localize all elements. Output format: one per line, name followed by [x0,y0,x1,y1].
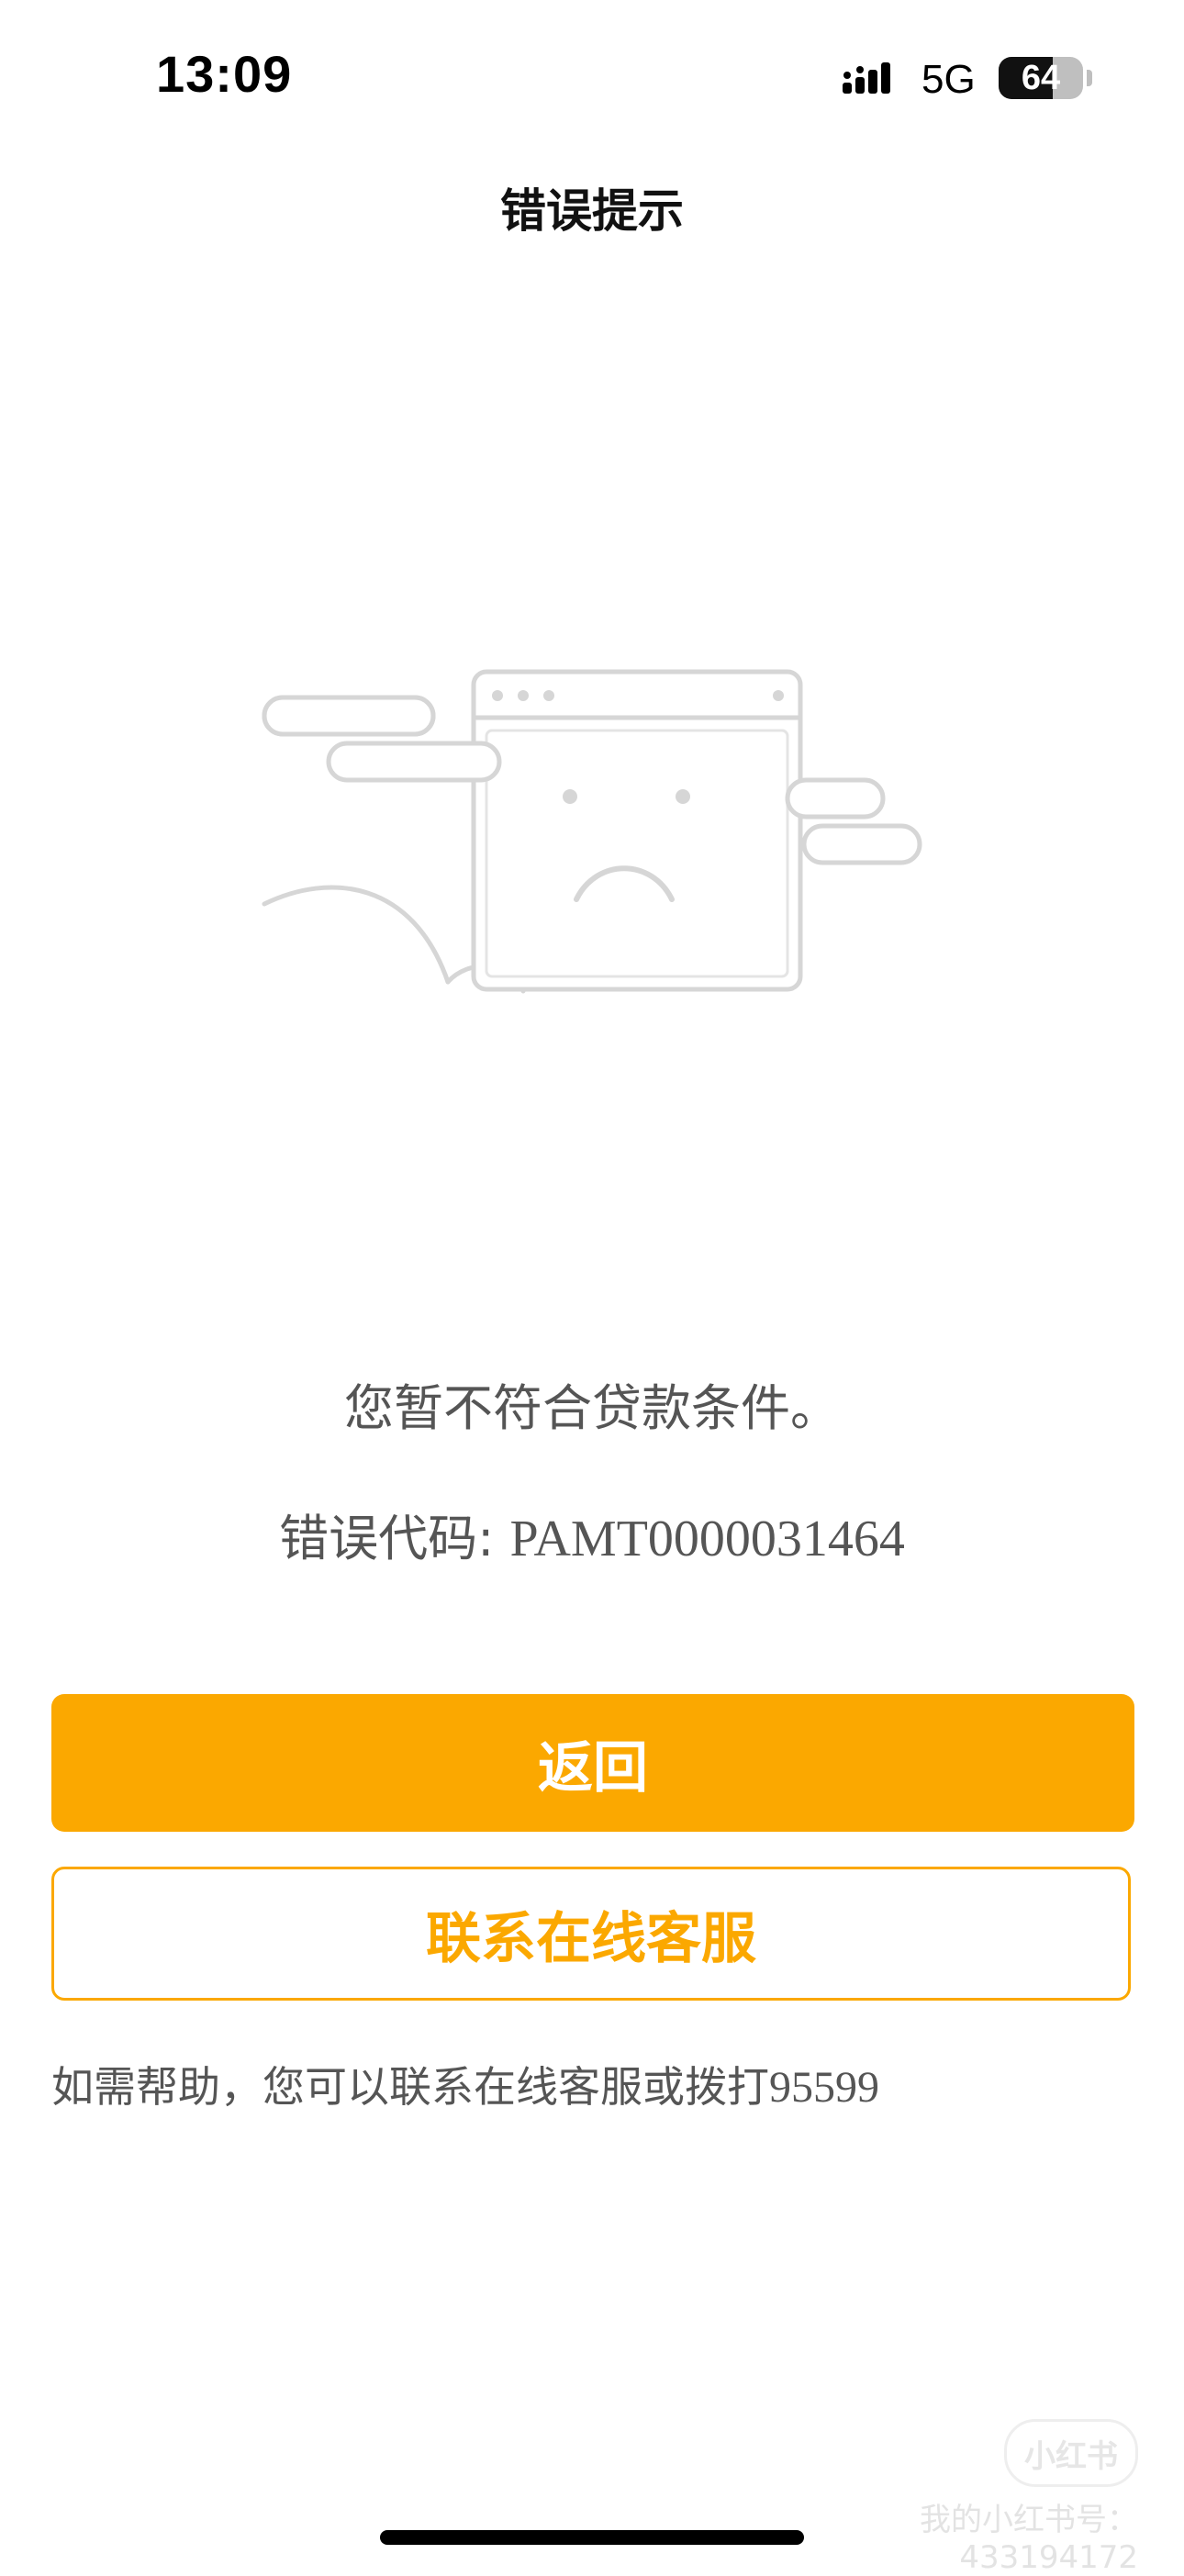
hotline-number: 95599 [769,2063,879,2112]
contact-online-service-button[interactable]: 联系在线客服 [51,1867,1131,2001]
home-indicator[interactable] [380,2530,804,2545]
error-message: 您暂不符合贷款条件。 [344,1379,840,1437]
battery-tip [1087,70,1092,86]
watermark-text: 我的小红书号：433194172 [920,2502,1138,2576]
page-title: 错误提示 [500,184,684,238]
battery-icon: 64 [999,57,1083,99]
sad-browser-window-icon [262,669,922,994]
help-text-label: 如需帮助，您可以联系在线客服或拨打 [51,2062,769,2112]
help-text: 如需帮助，您可以联系在线客服或拨打95599 [51,2054,1134,2114]
back-button[interactable]: 返回 [51,1694,1134,1832]
status-time: 13:09 [156,45,293,103]
battery-percentage: 64 [1021,59,1061,97]
error-code-value: PAMT0000031464 [509,1511,905,1567]
watermark-logo: 小红书 [1004,2419,1138,2487]
error-code: 错误代码: PAMT0000031464 [0,1498,1184,1570]
network-type-label: 5G [922,57,976,102]
error-code-label: 错误代码: [279,1510,510,1567]
cellular-signal-icon [843,62,890,94]
status-bar: 13:09 5G 64 [0,0,1184,147]
